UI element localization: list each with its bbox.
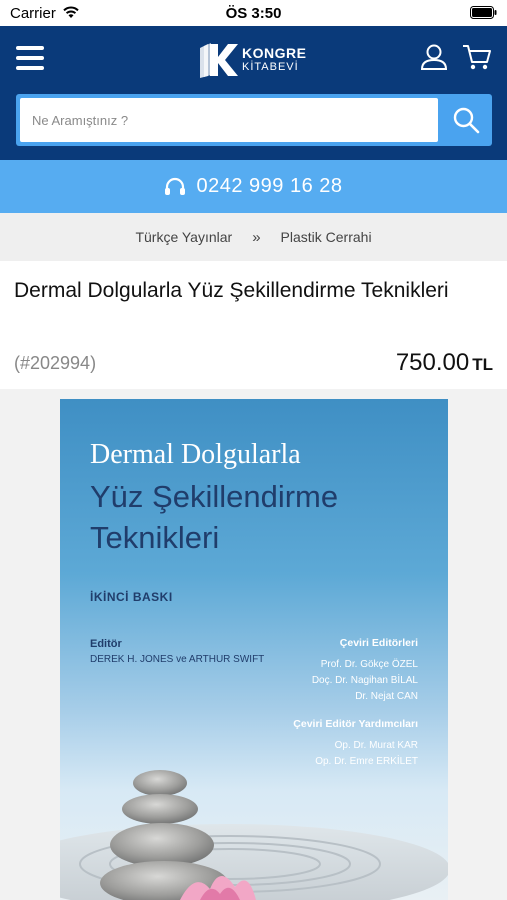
battery-icon xyxy=(470,6,497,24)
cover-assistant-editors-label: Çeviri Editör Yardımcıları xyxy=(293,718,418,730)
cover-title-line1: Dermal Dolgularla xyxy=(90,439,301,470)
breadcrumb-item-turkce-yayinlar[interactable]: Türkçe Yayınlar xyxy=(135,229,232,245)
search-input[interactable] xyxy=(20,98,438,142)
cover-editor-label: Editör xyxy=(90,638,122,650)
phone-number: 0242 999 16 28 xyxy=(196,175,343,197)
cover-translation-editors-label: Çeviri Editörleri xyxy=(339,637,418,649)
logo-line2: KİTABEVİ xyxy=(242,61,299,73)
breadcrumb-separator: » xyxy=(252,228,261,246)
cover-title-line2: Yüz Şekillendirme xyxy=(90,479,339,514)
menu-icon[interactable] xyxy=(16,46,44,72)
app-header: KONGRE KİTABEVİ xyxy=(0,26,507,160)
phone-contact-band[interactable]: 0242 999 16 28 xyxy=(0,160,507,213)
book-cover-image[interactable]: Dermal Dolgularla Yüz Şekillendirme Tekn… xyxy=(60,399,448,900)
breadcrumb-item-plastik-cerrahi[interactable]: Plastik Cerrahi xyxy=(281,229,372,245)
search-bar xyxy=(16,94,492,146)
product-title: Dermal Dolgularla Yüz Şekillendirme Tekn… xyxy=(14,279,449,302)
headset-icon xyxy=(164,177,186,197)
logo[interactable]: KONGRE KİTABEVİ xyxy=(198,40,318,80)
logo-line1: KONGRE xyxy=(242,45,307,61)
logo-mark-icon xyxy=(200,43,238,78)
price-amount: 750.00 xyxy=(395,349,470,376)
product-price: 750.00 TL xyxy=(396,349,493,377)
cover-translation-editor: Dr. Nejat CAN xyxy=(355,691,418,702)
cover-translation-editor: Prof. Dr. Gökçe ÖZEL xyxy=(320,659,418,670)
search-button[interactable] xyxy=(444,100,488,140)
price-currency: TL xyxy=(472,355,493,374)
cover-assistant-editor: Op. Dr. Emre ERKİLET xyxy=(315,756,418,767)
cover-translation-editor: Doç. Dr. Nagihan BİLAL xyxy=(311,675,418,686)
cover-edition: İKİNCİ BASKI xyxy=(90,590,173,604)
cover-title-line3: Teknikleri xyxy=(90,520,220,555)
status-bar: Carrier ÖS 3:50 xyxy=(0,0,507,26)
breadcrumb: Türkçe Yayınlar » Plastik Cerrahi xyxy=(0,213,507,261)
cover-editor-names: DEREK H. JONES ve ARTHUR SWIFT xyxy=(90,654,265,665)
cover-assistant-editor: Op. Dr. Murat KAR xyxy=(334,740,418,751)
user-account-icon[interactable] xyxy=(420,43,448,76)
status-time: ÖS 3:50 xyxy=(225,5,282,22)
search-icon xyxy=(453,107,480,134)
product-info: Dermal Dolgularla Yüz Şekillendirme Tekn… xyxy=(0,261,507,389)
product-code: (#202994) xyxy=(14,353,97,373)
cart-icon[interactable] xyxy=(462,43,492,76)
